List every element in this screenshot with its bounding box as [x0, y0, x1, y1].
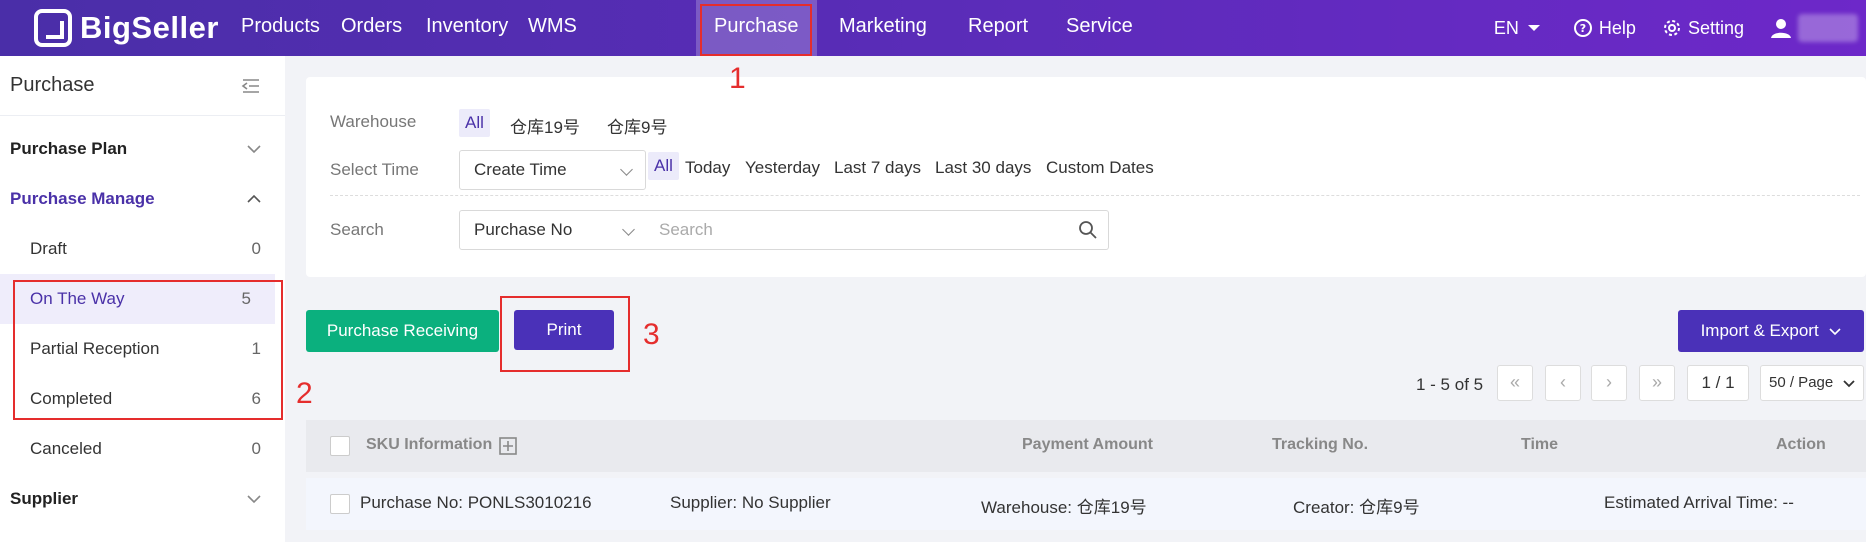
gear-icon [1663, 20, 1680, 36]
annotation-number-3: 3 [643, 318, 660, 351]
sidebar-group-supplier[interactable]: Supplier [0, 474, 285, 524]
warehouse-option-19[interactable]: 仓库19号 [510, 113, 580, 138]
language-selector[interactable]: EN [1494, 18, 1547, 39]
nav-marketing[interactable]: Marketing [821, 0, 945, 56]
time-option-last-30-days[interactable]: Last 30 days [935, 158, 1031, 178]
pagination-summary: 1 - 5 of 5 [1416, 375, 1484, 394]
next-page-button[interactable]: › [1591, 365, 1627, 401]
chevron-down-icon [622, 223, 635, 236]
search-input[interactable]: Search [647, 210, 1109, 250]
collapse-menu-icon[interactable] [241, 78, 261, 94]
sidebar-header: Purchase [0, 56, 285, 116]
import-export-button[interactable]: Import & Export [1678, 310, 1864, 352]
prev-page-button[interactable]: ‹ [1545, 365, 1581, 401]
search-label: Search [330, 220, 384, 239]
group-label: Purchase Manage [10, 189, 155, 208]
item-label: Canceled [30, 439, 102, 458]
warehouse: Warehouse: 仓库19号 [981, 498, 1147, 517]
time-type-select[interactable]: Create Time [459, 150, 646, 190]
chevron-down-icon [247, 495, 261, 504]
help-icon: ? [1573, 19, 1592, 37]
annotation-number-1: 1 [729, 62, 746, 95]
help-link[interactable]: ? Help [1573, 18, 1636, 39]
group-label: Purchase Plan [10, 139, 128, 158]
time-type-value: Create Time [474, 160, 567, 179]
search-type-value: Purchase No [474, 220, 573, 239]
table-row: Purchase No: PONLS3010216 Supplier: No S… [306, 478, 1866, 530]
chevron-up-icon [247, 194, 261, 203]
annotation-box-status-list [13, 280, 283, 420]
user-menu[interactable] [1770, 14, 1858, 42]
user-icon [1771, 19, 1791, 38]
item-count: 0 [251, 239, 261, 258]
group-label: Supplier [10, 489, 79, 508]
estimated-arrival-time: Estimated Arrival Time: -- [1604, 493, 1794, 512]
page-indicator[interactable]: 1 / 1 [1687, 365, 1749, 401]
purchase-receiving-button[interactable]: Purchase Receiving [306, 310, 499, 352]
column-action: Action [1776, 436, 1826, 453]
sidebar-group-purchase-manage[interactable]: Purchase Manage [0, 174, 285, 224]
import-export-label: Import & Export [1700, 321, 1819, 340]
annotation-number-2: 2 [296, 377, 313, 410]
bigseller-logo[interactable]: BigSeller [34, 8, 219, 48]
annotation-box-print [500, 296, 630, 372]
caret-down-icon [1527, 25, 1540, 31]
chevron-down-icon [620, 163, 633, 176]
select-time-label: Select Time [330, 160, 419, 179]
brand-name: BigSeller [80, 10, 219, 45]
nav-products[interactable]: Products [223, 0, 338, 56]
annotation-box-purchase [700, 4, 812, 56]
time-option-all[interactable]: All [648, 152, 679, 180]
creator: Creator: 仓库9号 [1293, 498, 1420, 517]
setting-label: Setting [1687, 17, 1744, 38]
svg-text:?: ? [1580, 22, 1586, 35]
nav-report[interactable]: Report [950, 0, 1046, 56]
expand-plus-icon[interactable] [499, 437, 517, 455]
nav-service[interactable]: Service [1048, 0, 1151, 56]
column-time: Time [1521, 436, 1559, 453]
column-payment-amount: Payment Amount [1022, 436, 1153, 453]
filter-divider [330, 195, 1860, 196]
language-label: EN [1493, 17, 1519, 38]
warehouse-option-all[interactable]: All [459, 109, 490, 137]
logo-icon [34, 9, 72, 47]
chevron-down-icon [247, 145, 261, 154]
column-sku-information: SKU Information [366, 436, 493, 453]
chevron-down-icon [1843, 380, 1855, 388]
warehouse-option-9[interactable]: 仓库9号 [607, 113, 667, 138]
username-blurred [1798, 14, 1858, 42]
first-page-button[interactable]: « [1497, 365, 1533, 401]
chevron-down-icon [1829, 328, 1841, 336]
sidebar-title: Purchase [10, 74, 95, 96]
column-tracking-no: Tracking No. [1272, 436, 1369, 453]
sidebar-item-canceled[interactable]: Canceled 0 [0, 424, 285, 474]
nav-inventory[interactable]: Inventory [408, 0, 526, 56]
item-count: 0 [251, 439, 261, 458]
time-option-yesterday[interactable]: Yesterday [745, 158, 820, 178]
purchase-no: Purchase No: PONLS3010216 [360, 493, 592, 512]
nav-wms[interactable]: WMS [510, 0, 595, 56]
search-icon[interactable] [1078, 220, 1098, 240]
item-label: Draft [30, 239, 67, 258]
page-size-select[interactable]: 50 / Page [1760, 365, 1864, 401]
help-label: Help [1598, 17, 1636, 38]
time-option-last-7-days[interactable]: Last 7 days [834, 158, 921, 178]
page-size-value: 50 / Page [1769, 374, 1834, 391]
supplier: Supplier: No Supplier [670, 493, 831, 512]
table-header: SKU Information Payment Amount Tracking … [306, 420, 1866, 472]
sidebar-item-draft[interactable]: Draft 0 [0, 224, 285, 274]
nav-orders[interactable]: Orders [323, 0, 420, 56]
sidebar-group-purchase-plan[interactable]: Purchase Plan [0, 124, 285, 174]
top-nav-bar: BigSeller Products Orders Inventory WMS … [0, 0, 1866, 56]
select-all-checkbox[interactable] [330, 436, 350, 456]
search-placeholder: Search [659, 220, 713, 239]
row-checkbox[interactable] [330, 494, 350, 514]
warehouse-label: Warehouse [330, 112, 417, 131]
search-type-select[interactable]: Purchase No [459, 210, 648, 250]
setting-link[interactable]: Setting [1662, 18, 1744, 39]
time-option-custom-dates[interactable]: Custom Dates [1046, 158, 1154, 178]
time-option-today[interactable]: Today [685, 158, 730, 178]
last-page-button[interactable]: » [1639, 365, 1675, 401]
